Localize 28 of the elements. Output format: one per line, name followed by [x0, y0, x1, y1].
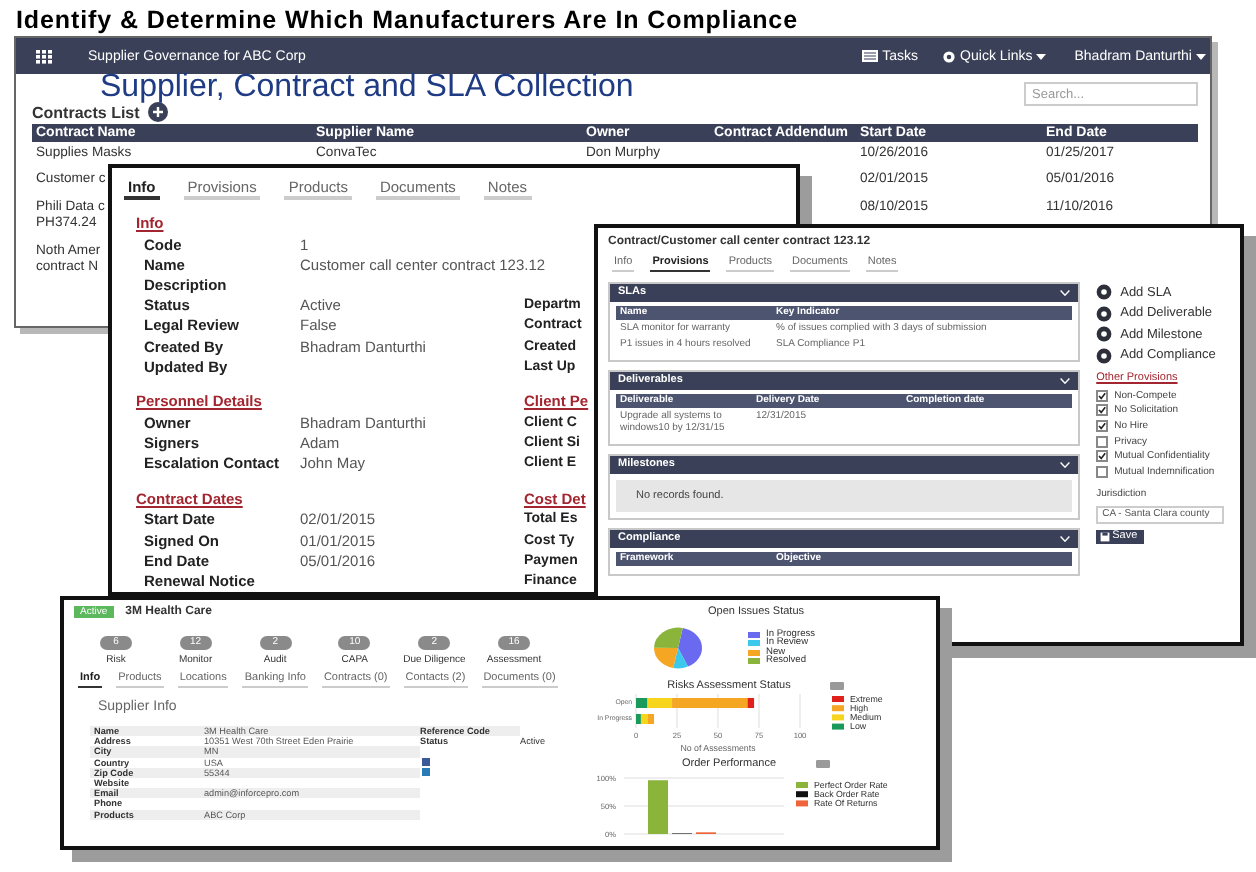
checkbox[interactable] [1096, 404, 1109, 417]
circle-icon [1096, 347, 1113, 364]
bar [648, 780, 668, 834]
legend-swatch [832, 696, 844, 702]
checkbox[interactable] [1096, 465, 1109, 478]
chevron-icon[interactable] [1060, 290, 1071, 296]
chart-menu-icon[interactable] [816, 759, 831, 767]
chevron-icon[interactable] [1060, 536, 1071, 542]
chart-menu-icon[interactable] [830, 681, 845, 689]
circle-icon [1096, 326, 1113, 343]
caret-icon [1036, 53, 1047, 59]
slide-title: Identify & Determine Which Manufacturers Are In Compliance [14, 4, 798, 36]
chevron-icon[interactable] [1060, 462, 1071, 468]
grid-menu-icon[interactable] [36, 49, 52, 63]
checkbox[interactable] [1096, 419, 1109, 432]
circle-icon [1096, 305, 1113, 322]
settings-icon [942, 49, 957, 63]
caption: Supplier, Contract and SLA Collection [100, 74, 634, 102]
caret-icon [1196, 53, 1206, 59]
chevron-icon[interactable] [1060, 378, 1071, 384]
list-title: Contracts List [32, 103, 140, 121]
add-button[interactable] [147, 102, 168, 122]
list-icon [862, 50, 879, 62]
checkbox[interactable] [1096, 389, 1109, 402]
checkbox[interactable] [1096, 435, 1109, 448]
checkbox[interactable] [1096, 450, 1109, 463]
circle-icon [1096, 284, 1113, 301]
legend-swatch [796, 782, 808, 788]
